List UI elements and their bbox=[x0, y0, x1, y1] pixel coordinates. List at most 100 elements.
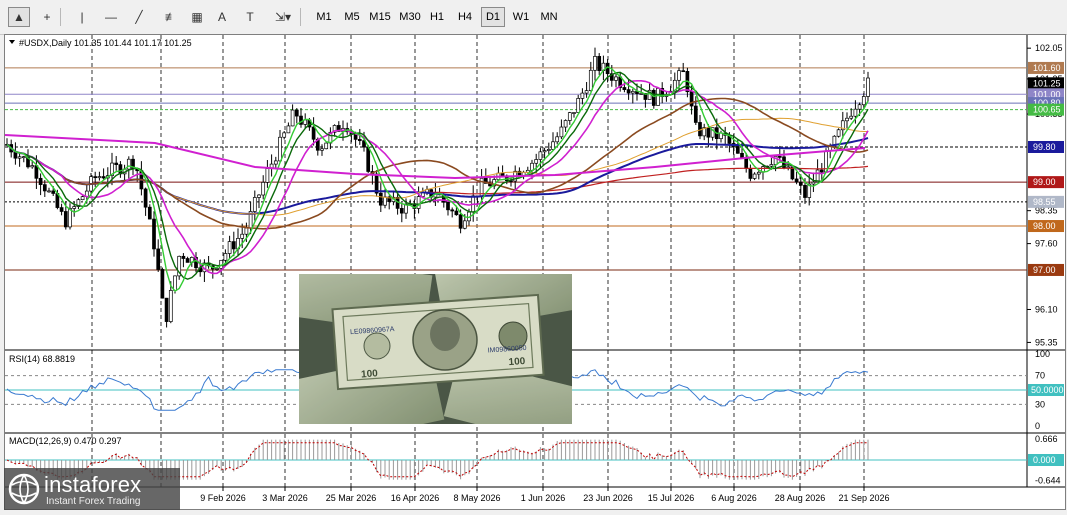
candle-bear bbox=[748, 168, 753, 179]
timeframe-mn-button[interactable]: MN bbox=[537, 7, 561, 27]
candle-bear bbox=[59, 207, 64, 212]
candle-bear bbox=[626, 89, 631, 94]
candle-bull bbox=[30, 165, 35, 168]
price-level-label: 97.00 bbox=[1033, 265, 1056, 275]
candle-bear bbox=[378, 192, 383, 206]
candle-bear bbox=[740, 152, 744, 159]
candle-bull bbox=[836, 129, 841, 137]
rsi-tick-label: 100 bbox=[1035, 349, 1050, 359]
candle-bear bbox=[500, 172, 505, 177]
candle-bear bbox=[357, 139, 362, 142]
candle-bull bbox=[290, 109, 295, 127]
candle-bull bbox=[278, 136, 282, 162]
crosshair-tool-button[interactable]: + bbox=[36, 7, 58, 27]
macd-label: MACD(12,26,9) 0.470 0.297 bbox=[9, 436, 122, 446]
timeframe-h4-button[interactable]: H4 bbox=[453, 7, 477, 27]
candle-bull bbox=[614, 76, 618, 81]
chart-canvas[interactable]: 9 Feb 2026 3 Mar 2026 25 Mar 2026 16 Apr 20… bbox=[4, 35, 1065, 509]
timeframe-w1-button[interactable]: W1 bbox=[509, 7, 533, 27]
candle-bull bbox=[244, 227, 249, 235]
text-label-tool-button[interactable]: T bbox=[240, 7, 260, 27]
date-tick-label: 16 Apr 2026 bbox=[391, 493, 440, 503]
candle-bear bbox=[152, 218, 156, 250]
candle-bull bbox=[811, 181, 816, 185]
dollar-banknotes-image: LE09860967A IM09860050 100 100 bbox=[299, 274, 572, 424]
candle-bear bbox=[42, 184, 47, 192]
timeframe-m1-button[interactable]: M1 bbox=[312, 7, 336, 27]
instaforex-logo: instaforex Instant Forex Trading bbox=[4, 468, 180, 510]
candle-bull bbox=[769, 164, 774, 167]
candle-bull bbox=[383, 196, 387, 206]
date-tick-label: 1 Jun 2026 bbox=[521, 493, 566, 503]
candle-bull bbox=[559, 126, 564, 138]
macd-tick-label: -0.644 bbox=[1035, 475, 1061, 485]
candle-bull bbox=[215, 268, 219, 270]
candle-bear bbox=[34, 165, 39, 179]
candle-bull bbox=[752, 173, 757, 179]
chart-window[interactable]: 9 Feb 2026 3 Mar 2026 25 Mar 2026 16 Apr 20… bbox=[4, 34, 1066, 510]
candle-bull bbox=[853, 108, 858, 117]
cursor-tool-button[interactable]: ▲ bbox=[8, 7, 30, 27]
candle-bull bbox=[223, 253, 228, 261]
trend-line-tool-button[interactable]: ╱ bbox=[128, 7, 150, 27]
candle-bull bbox=[551, 141, 555, 150]
shapes-tool-icon: ⇲▾ bbox=[274, 10, 292, 24]
date-tick-label: 3 Mar 2026 bbox=[262, 493, 308, 503]
timeframe-h1-button[interactable]: H1 bbox=[425, 7, 449, 27]
candle-bull bbox=[286, 125, 291, 134]
timeframe-m30-button[interactable]: M30 bbox=[396, 7, 424, 27]
candle-bear bbox=[160, 269, 165, 299]
candle-bull bbox=[563, 120, 568, 128]
timeframe-m5-button[interactable]: M5 bbox=[340, 7, 364, 27]
candle-bear bbox=[147, 206, 152, 220]
candle-bull bbox=[273, 160, 278, 165]
candle-bull bbox=[576, 98, 581, 113]
svg-text:100: 100 bbox=[361, 368, 379, 380]
text-tool-button[interactable]: A bbox=[212, 7, 232, 27]
candle-bull bbox=[257, 194, 261, 198]
fibonacci-tool-button[interactable]: ≢ bbox=[160, 7, 182, 27]
date-tick-label: 15 Jul 2026 bbox=[648, 493, 695, 503]
trend-line-tool-icon: ╱ bbox=[135, 10, 143, 24]
price-level-label: 98.55 bbox=[1033, 197, 1056, 207]
candle-bear bbox=[38, 177, 43, 185]
text-tool-icon: A bbox=[217, 10, 226, 24]
candle-bull bbox=[80, 196, 85, 201]
candle-bear bbox=[706, 127, 711, 138]
candle-bear bbox=[681, 70, 686, 73]
timeframe-m15-button[interactable]: M15 bbox=[366, 7, 394, 27]
candle-bull bbox=[593, 56, 597, 71]
candle-bull bbox=[282, 132, 287, 138]
shapes-tool-button[interactable]: ⇲▾ bbox=[268, 7, 298, 27]
price-level-label: 98.00 bbox=[1033, 221, 1056, 231]
timeframe-d1-button[interactable]: D1 bbox=[481, 7, 505, 27]
price-tick-label: 96.10 bbox=[1035, 304, 1058, 314]
candle-bear bbox=[294, 109, 299, 117]
logo-globe-icon bbox=[8, 473, 40, 505]
candle-bear bbox=[311, 126, 316, 140]
candle-bear bbox=[399, 208, 404, 214]
candle-bear bbox=[597, 56, 602, 72]
candle-bear bbox=[93, 176, 98, 179]
vertical-line-tool-button[interactable]: | bbox=[72, 7, 92, 27]
candle-bear bbox=[803, 184, 807, 198]
candle-bear bbox=[744, 157, 749, 169]
toolbar-separator bbox=[300, 8, 301, 26]
grid-tool-button[interactable]: ▦ bbox=[186, 7, 208, 27]
candle-bull bbox=[572, 112, 576, 114]
candle-bull bbox=[588, 69, 593, 91]
candle-bull bbox=[68, 208, 72, 228]
candle-bull bbox=[324, 142, 329, 150]
horizontal-line-tool-button[interactable]: — bbox=[100, 7, 122, 27]
candle-bear bbox=[156, 248, 161, 270]
candle-bull bbox=[265, 168, 270, 183]
candle-bear bbox=[777, 156, 782, 158]
candle-bear bbox=[693, 105, 698, 123]
date-tick-label: 8 May 2026 bbox=[453, 493, 500, 503]
candle-bear bbox=[458, 214, 463, 229]
candle-bull bbox=[861, 96, 866, 106]
candle-bear bbox=[446, 201, 450, 211]
candle-bull bbox=[240, 233, 245, 239]
candle-bull bbox=[416, 196, 421, 209]
rsi-tick-label: 0 bbox=[1035, 421, 1040, 431]
